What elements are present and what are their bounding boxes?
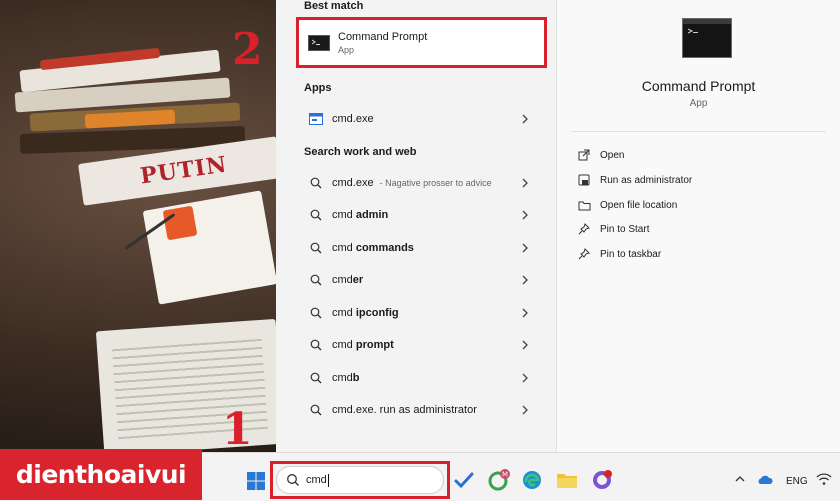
web-result[interactable]: cmd prompt	[298, 330, 546, 360]
language-indicator[interactable]: ENG	[786, 476, 808, 487]
app-result-label: cmd.exe	[332, 113, 374, 125]
chevron-right-icon	[522, 178, 528, 188]
web-result[interactable]: cmd ipconfig	[298, 298, 546, 328]
pin-icon	[577, 247, 591, 261]
best-match-heading: Best match	[304, 0, 364, 12]
step-number-2: 2	[232, 24, 263, 75]
web-result-prefix: cmd.exe	[332, 177, 374, 189]
web-result[interactable]: cmd.exe - Nagative prosser to advice	[298, 168, 546, 198]
cloud-icon[interactable]	[756, 472, 774, 486]
web-result[interactable]: cmd admin	[298, 200, 546, 230]
action-label: Pin to taskbar	[600, 248, 662, 260]
chevron-right-icon	[522, 114, 528, 124]
brand-logo: dienthoaivui	[0, 449, 202, 500]
search-icon	[308, 240, 324, 256]
action-label: Pin to Start	[600, 223, 650, 235]
wifi-icon[interactable]	[816, 472, 832, 486]
windows-start-icon[interactable]	[246, 471, 266, 491]
web-heading: Search work and web	[304, 146, 417, 158]
chevron-right-icon	[522, 340, 528, 350]
action-label: Open	[600, 149, 625, 161]
action-label: Open file location	[600, 199, 678, 211]
cmd-exe-icon	[308, 111, 324, 127]
purple-app-icon[interactable]	[590, 468, 614, 492]
chevron-right-icon	[522, 243, 528, 253]
web-result[interactable]: cmd commands	[298, 233, 546, 263]
folder-icon	[577, 198, 591, 212]
web-result[interactable]: cmder	[298, 265, 546, 295]
web-result-suffix: - Nagative prosser to advice	[379, 178, 492, 188]
action-pin-to-taskbar[interactable]: Pin to taskbar	[577, 244, 661, 264]
chevron-right-icon	[522, 308, 528, 318]
web-result-bold: er	[352, 274, 364, 286]
divider	[571, 131, 826, 132]
open-icon	[577, 148, 591, 162]
step-number-1: 1	[222, 404, 253, 455]
green-app-icon[interactable]: M	[487, 468, 511, 492]
todo-check-icon[interactable]	[452, 468, 476, 492]
search-icon	[308, 402, 324, 418]
book-title: PUTIN	[138, 151, 229, 190]
chevron-right-icon	[522, 373, 528, 383]
highlight-best-match	[296, 17, 547, 68]
web-result-prefix: cmd.exe. run as administrator	[332, 404, 477, 416]
web-result-bold: admin	[355, 209, 389, 221]
app-badge: M	[502, 471, 508, 479]
detail-title: Command Prompt	[641, 78, 756, 94]
web-result[interactable]: cmd.exe. run as administrator	[298, 395, 546, 425]
web-result-bold: b	[352, 372, 360, 384]
web-result-bold: prompt	[355, 339, 394, 351]
search-icon	[308, 305, 324, 321]
action-open-file-location[interactable]: Open file location	[577, 195, 677, 215]
web-result-bold: commands	[355, 242, 414, 254]
chevron-right-icon	[522, 210, 528, 220]
web-result-prefix: cmd	[332, 274, 353, 286]
search-icon	[308, 370, 324, 386]
shield-icon	[577, 173, 591, 187]
web-result-prefix: cmd	[332, 372, 353, 384]
apps-heading: Apps	[304, 82, 332, 94]
chevron-up-icon[interactable]	[733, 472, 747, 486]
detail-kind: App	[689, 98, 708, 109]
app-result-cmd-exe[interactable]: cmd.exe	[298, 104, 546, 134]
pin-icon	[577, 222, 591, 236]
chevron-right-icon	[522, 405, 528, 415]
web-result-prefix: cmd	[332, 209, 356, 221]
search-icon	[308, 207, 324, 223]
notebook	[142, 190, 278, 305]
file-explorer-icon[interactable]	[555, 468, 579, 492]
search-icon	[308, 175, 324, 191]
chevron-right-icon	[522, 275, 528, 285]
highlight-search-box	[270, 461, 450, 499]
notebook-mark	[162, 205, 198, 241]
edge-browser-icon[interactable]	[520, 468, 544, 492]
action-open[interactable]: Open	[577, 145, 624, 165]
action-label: Run as administrator	[600, 174, 693, 186]
search-icon	[308, 272, 324, 288]
web-result[interactable]: cmdb	[298, 363, 546, 393]
command-prompt-icon	[682, 18, 732, 58]
web-result-prefix: cmd	[332, 339, 356, 351]
brand-text: dienthoaivui	[15, 460, 187, 489]
web-result-prefix: cmd	[332, 307, 356, 319]
search-icon	[308, 337, 324, 353]
web-result-bold: ipconfig	[355, 307, 399, 319]
detail-panel: Command Prompt App Open Run as administr…	[557, 0, 840, 452]
action-run-as-administrator[interactable]: Run as administrator	[577, 170, 692, 190]
web-result-prefix: cmd	[332, 242, 356, 254]
action-pin-to-start[interactable]: Pin to Start	[577, 219, 649, 239]
